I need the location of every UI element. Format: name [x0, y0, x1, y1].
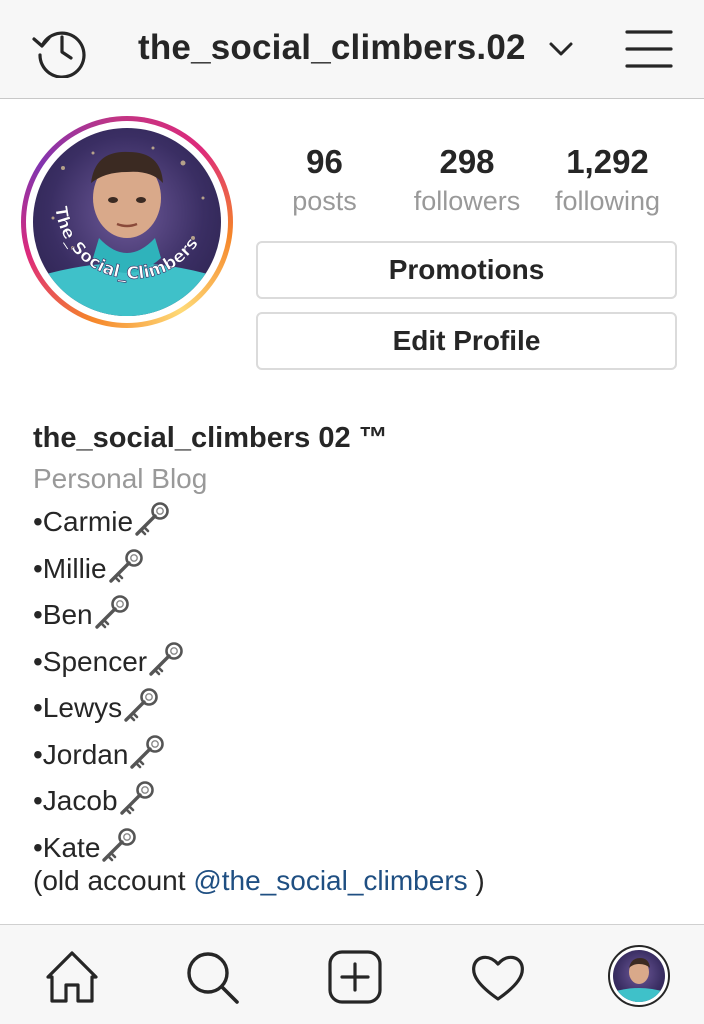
profile-tab-avatar-image	[613, 950, 665, 1002]
profile-avatar: The_Social_Climbers	[33, 128, 221, 316]
bio-member-name: •Carmie	[33, 506, 134, 537]
bio-member-line: •Jordan	[33, 732, 683, 779]
old-key-icon	[120, 687, 160, 723]
bio-member-line: •Jacob	[33, 778, 683, 825]
hamburger-menu-icon[interactable]	[624, 24, 674, 74]
old-account-suffix: )	[467, 865, 485, 896]
top-navigation-bar: the_social_climbers.02	[0, 0, 704, 99]
profile-tab-avatar[interactable]	[608, 945, 670, 1007]
heart-icon[interactable]	[468, 947, 528, 1007]
profile-stats: 96 posts 298 followers 1,292 following	[255, 140, 680, 230]
followers-count: 298	[439, 143, 495, 180]
bottom-tab-bar	[0, 924, 704, 1024]
bio-member-name: •Spencer	[33, 645, 148, 677]
new-post-icon[interactable]	[325, 947, 385, 1007]
home-icon[interactable]	[42, 947, 102, 1007]
following-label: following	[554, 186, 661, 216]
posts-count: 96	[306, 143, 343, 180]
profile-username-title[interactable]: the_social_climbers.02	[138, 28, 526, 68]
bio-member-name: •Kate	[33, 831, 101, 863]
old-account-mention-link[interactable]: @the_social_climbers	[193, 865, 467, 896]
followers-label: followers	[413, 186, 521, 216]
profile-bio: the_social_climbers 02 ™ Personal Blog •…	[33, 417, 683, 899]
history-icon[interactable]	[30, 22, 90, 79]
chevron-down-icon[interactable]	[548, 38, 574, 60]
old-key-icon	[91, 594, 131, 630]
bio-member-list: •Carmie •Millie •Ben •Spencer •Lewys •Jordan •…	[33, 499, 683, 871]
bio-member-line: •Carmie	[33, 499, 683, 546]
old-key-icon	[98, 827, 138, 863]
bio-old-account-line: (old account @the_social_climbers )	[33, 863, 683, 899]
bio-member-line: •Millie	[33, 546, 683, 593]
profile-category: Personal Blog	[33, 463, 208, 494]
bio-member-name: •Lewys	[33, 692, 123, 723]
old-key-icon	[145, 641, 185, 677]
stat-followers[interactable]: 298 followers	[402, 140, 532, 218]
profile-display-name: the_social_climbers 02 ™	[33, 422, 388, 454]
bio-member-name: •Ben	[33, 599, 93, 630]
stat-posts[interactable]: 96 posts	[277, 140, 372, 218]
old-key-icon	[116, 780, 156, 816]
stat-following[interactable]: 1,292 following	[545, 140, 670, 218]
bio-member-line: •Spencer	[33, 639, 683, 686]
edit-profile-button[interactable]: Edit Profile	[256, 312, 677, 370]
old-key-icon	[105, 548, 145, 584]
bio-member-line: •Lewys	[33, 685, 683, 732]
old-key-icon	[131, 501, 171, 537]
bio-member-name: •Jordan	[33, 738, 129, 770]
bio-member-name: •Jacob	[33, 785, 118, 816]
profile-avatar-story-ring[interactable]: The_Social_Climbers	[21, 116, 233, 328]
old-account-prefix: (old account	[33, 865, 194, 896]
following-count: 1,292	[566, 143, 649, 180]
search-icon[interactable]	[182, 947, 242, 1007]
old-key-icon	[126, 734, 166, 770]
promotions-button[interactable]: Promotions	[256, 241, 677, 299]
bio-member-name: •Millie	[33, 552, 107, 584]
posts-label: posts	[292, 186, 357, 216]
bio-member-line: •Ben	[33, 592, 683, 639]
